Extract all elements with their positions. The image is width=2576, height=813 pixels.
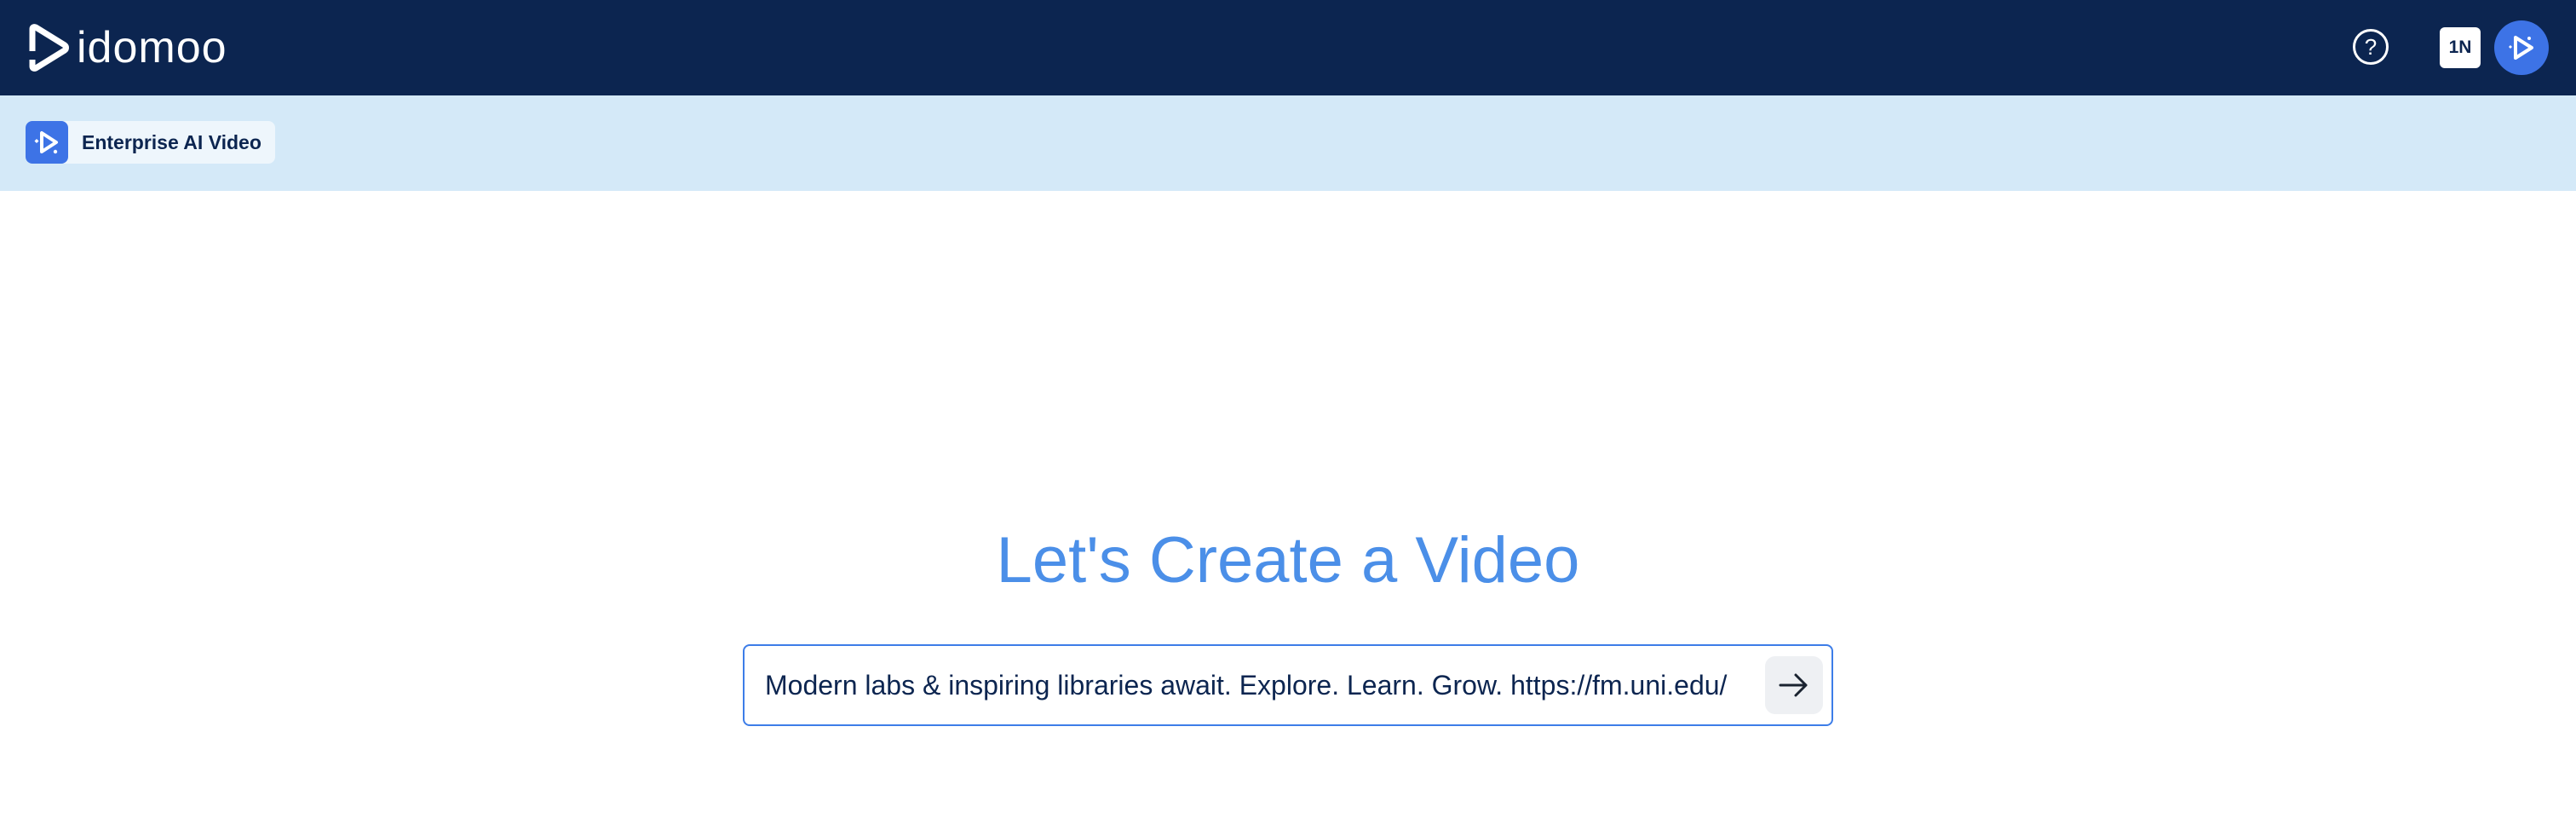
product-icon-tile [26, 121, 68, 164]
user-avatar-button[interactable] [2494, 20, 2549, 75]
product-label: Enterprise AI Video [82, 130, 262, 153]
product-bar: Enterprise AI Video [0, 95, 2576, 191]
idomoo-logo-mark-icon [29, 24, 69, 72]
page-title: Let's Create a Video [996, 524, 1580, 597]
play-sparkle-icon [2509, 36, 2533, 60]
submit-button[interactable] [1765, 656, 1823, 714]
play-sparkle-icon [34, 131, 58, 154]
arrow-right-icon [1779, 673, 1808, 697]
idomoo-logo[interactable]: idomoo [26, 22, 227, 73]
question-circle-icon: ? [2364, 34, 2378, 60]
prompt-box [743, 644, 1833, 726]
help-button[interactable]: ? [2353, 29, 2389, 65]
logo-text: idomoo [77, 23, 227, 72]
org-badge[interactable]: 1N [2440, 27, 2481, 68]
product-switcher[interactable]: Enterprise AI Video [26, 121, 275, 164]
top-nav-bar: idomoo ? 1N [0, 0, 2576, 95]
prompt-input[interactable] [765, 660, 1758, 711]
